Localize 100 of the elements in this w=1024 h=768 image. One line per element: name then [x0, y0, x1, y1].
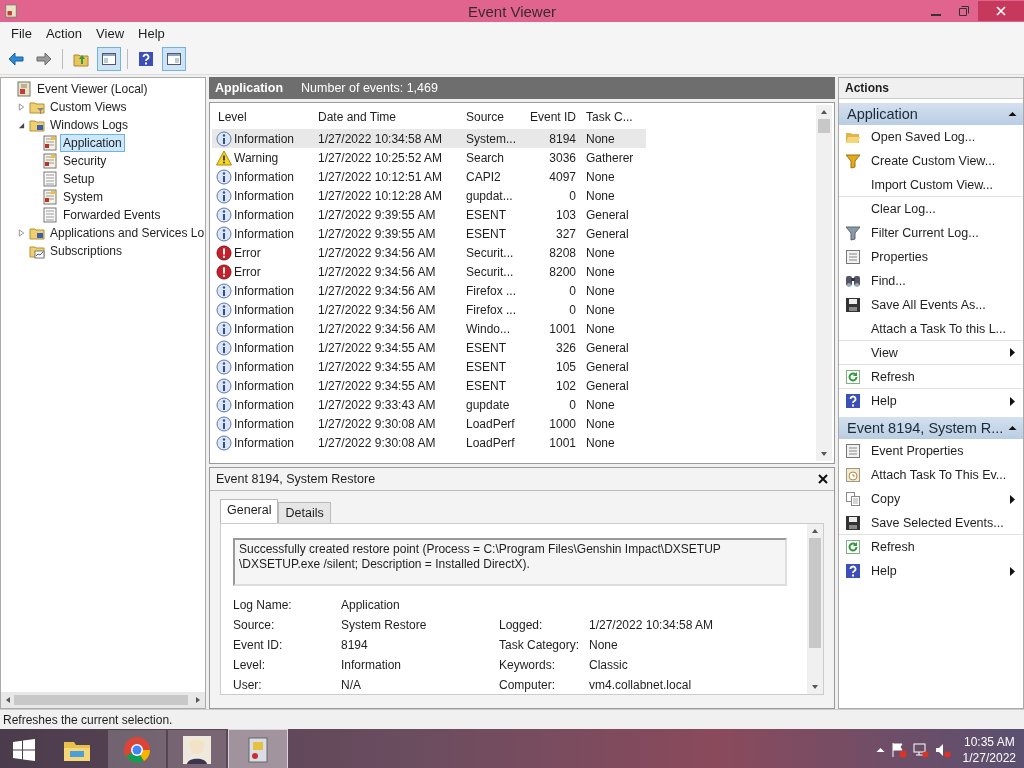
date-cell-text: 1/27/2022 9:39:55 AM	[317, 207, 437, 222]
event-row[interactable]: Warning 1/27/2022 10:25:52 AM Search 3036 Gatherer	[212, 148, 646, 167]
action-link[interactable]: Clear Log...	[871, 202, 936, 216]
event-row[interactable]: Information 1/27/2022 9:34:55 AM ESENT 105 General	[212, 357, 646, 376]
tree-item[interactable]: Subscriptions	[47, 242, 126, 260]
action-link[interactable]: Filter Current Log...	[871, 226, 979, 240]
scroll-right-icon[interactable]	[194, 696, 202, 704]
tree-item[interactable]: Forwarded Events	[60, 206, 164, 224]
column-header[interactable]: Event ID	[522, 110, 580, 124]
event-row[interactable]: Information 1/27/2022 9:34:56 AM Firefox ... 0 None	[212, 300, 646, 319]
scroll-down-icon[interactable]	[811, 683, 819, 691]
toolbar-button[interactable]	[97, 47, 121, 71]
action-link[interactable]: Help	[871, 394, 897, 408]
collapsed-arrow-icon[interactable]	[18, 229, 25, 237]
flag-icon[interactable]	[890, 741, 907, 758]
action-link[interactable]: Save Selected Events...	[871, 515, 1004, 530]
tray-arrow-icon[interactable]	[875, 746, 885, 753]
event-id-cell-text: 1000	[548, 416, 577, 431]
taskbar-app[interactable]	[168, 730, 226, 768]
task-category-cell-text: None	[585, 245, 616, 260]
column-header[interactable]: Level	[212, 110, 312, 124]
close-button[interactable]	[978, 1, 1024, 21]
clock-date[interactable]: 1/27/2022	[962, 749, 1016, 766]
task-category-cell-text: None	[585, 169, 616, 184]
menu-item[interactable]: File	[4, 23, 39, 43]
clock-time[interactable]: 10:35 AM	[963, 733, 1015, 750]
tree-item[interactable]: Security	[60, 152, 110, 170]
section-title: Application	[847, 106, 918, 122]
action-link[interactable]: Save All Events As...	[871, 298, 986, 312]
event-row[interactable]: Information 1/27/2022 9:34:55 AM ESENT 102 General	[212, 376, 646, 395]
tab[interactable]: General	[220, 499, 279, 523]
action-link[interactable]: Refresh	[871, 369, 915, 384]
collapse-icon[interactable]	[1008, 111, 1017, 117]
action-link[interactable]: View	[871, 345, 898, 360]
network-icon[interactable]	[912, 741, 929, 758]
tree-item[interactable]: Windows Logs	[47, 116, 132, 134]
event-row[interactable]: Information 1/27/2022 9:30:08 AM LoadPerf 1001 None	[212, 433, 646, 452]
event-row[interactable]: Information 1/27/2022 10:12:28 AM gupdat... 0 None	[212, 186, 646, 205]
tree-item[interactable]: Setup	[60, 170, 98, 188]
field-value: Application	[341, 598, 401, 612]
collapsed-arrow-icon[interactable]	[18, 103, 25, 111]
menu-item[interactable]: Action	[38, 23, 90, 43]
funnel-icon	[845, 153, 861, 169]
column-header[interactable]: Task C...	[580, 110, 646, 124]
action-link[interactable]: Attach Task To This Ev...	[871, 468, 1007, 482]
event-title: Event 8194, System Restore	[216, 472, 376, 486]
event-row[interactable]: Error 1/27/2022 9:34:56 AM Securit... 8200 None	[212, 262, 646, 281]
source-cell-text: LoadPerf	[465, 416, 516, 431]
event-row[interactable]: Information 1/27/2022 9:34:55 AM ESENT 326 General	[212, 338, 646, 357]
tree-item[interactable]: System	[60, 188, 106, 206]
action-link[interactable]: Event Properties	[871, 444, 964, 458]
scroll-up-icon[interactable]	[811, 527, 819, 535]
minimize-icon	[931, 14, 941, 16]
expanded-arrow-icon[interactable]	[18, 121, 25, 129]
field-label: Keywords:	[499, 658, 557, 672]
event-row[interactable]: Information 1/27/2022 9:39:55 AM ESENT 327 General	[212, 224, 646, 243]
tree-item[interactable]: Applications and Services Lo	[47, 224, 205, 242]
scrollbar[interactable]	[1, 692, 205, 708]
event-row[interactable]: Information 1/27/2022 10:12:51 AM CAPI2 4097 None	[212, 167, 646, 186]
menu-item[interactable]: Help	[131, 23, 172, 43]
action-link[interactable]: Open Saved Log...	[871, 130, 976, 144]
event-row[interactable]: Information 1/27/2022 9:39:55 AM ESENT 103 General	[212, 205, 646, 224]
action-link[interactable]: Find...	[871, 274, 906, 288]
action-link[interactable]: Refresh	[871, 540, 915, 554]
event-row[interactable]: Information 1/27/2022 9:33:43 AM gupdate 0 None	[212, 395, 646, 414]
event-row[interactable]: Information 1/27/2022 10:34:58 AM System... 8194 None	[212, 129, 646, 148]
column-header[interactable]: Source	[460, 110, 522, 124]
toolbar-button[interactable]	[162, 47, 186, 71]
action-link[interactable]: Help	[871, 564, 897, 578]
section-header[interactable]: Event 8194, System R...	[839, 417, 1023, 439]
info-icon	[216, 358, 232, 375]
event-row[interactable]: Information 1/27/2022 9:30:08 AM LoadPerf 1000 None	[212, 414, 646, 433]
level-text: Information	[234, 378, 295, 393]
scroll-thumb[interactable]	[818, 119, 830, 133]
event-row[interactable]: Information 1/27/2022 9:34:56 AM Windo... 1001 None	[212, 319, 646, 338]
collapse-icon[interactable]	[1008, 425, 1017, 431]
event-row[interactable]: Error 1/27/2022 9:34:56 AM Securit... 8208 None	[212, 243, 646, 262]
event-row[interactable]: Information 1/27/2022 9:34:56 AM Firefox ... 0 None	[212, 281, 646, 300]
scrollbar[interactable]	[807, 524, 823, 694]
column-header[interactable]: Date and Time	[312, 110, 460, 124]
scroll-down-icon[interactable]	[820, 450, 828, 458]
action-link[interactable]: Attach a Task To this L...	[871, 321, 1007, 336]
section-header[interactable]: Application	[839, 103, 1023, 125]
action-link[interactable]: Create Custom View...	[871, 154, 996, 168]
action-link[interactable]: Properties	[871, 250, 928, 264]
tree-item[interactable]: Event Viewer (Local)	[34, 80, 151, 98]
tab[interactable]: Details	[278, 502, 331, 523]
action-link[interactable]: Copy	[871, 492, 901, 506]
scroll-up-icon[interactable]	[820, 108, 828, 116]
start-icon[interactable]	[12, 737, 36, 762]
date-cell-text: 1/27/2022 9:34:56 AM	[317, 264, 437, 279]
tree-item[interactable]: Custom Views	[47, 98, 130, 116]
level-text: Information	[234, 359, 295, 374]
tree-item[interactable]: Application	[60, 134, 125, 152]
action-link[interactable]: Import Custom View...	[871, 177, 994, 192]
scrollbar[interactable]	[816, 105, 832, 461]
scroll-thumb[interactable]	[809, 538, 821, 648]
menu-item[interactable]: View	[89, 23, 132, 43]
close-icon[interactable]	[818, 474, 828, 484]
scroll-left-icon[interactable]	[4, 696, 12, 704]
